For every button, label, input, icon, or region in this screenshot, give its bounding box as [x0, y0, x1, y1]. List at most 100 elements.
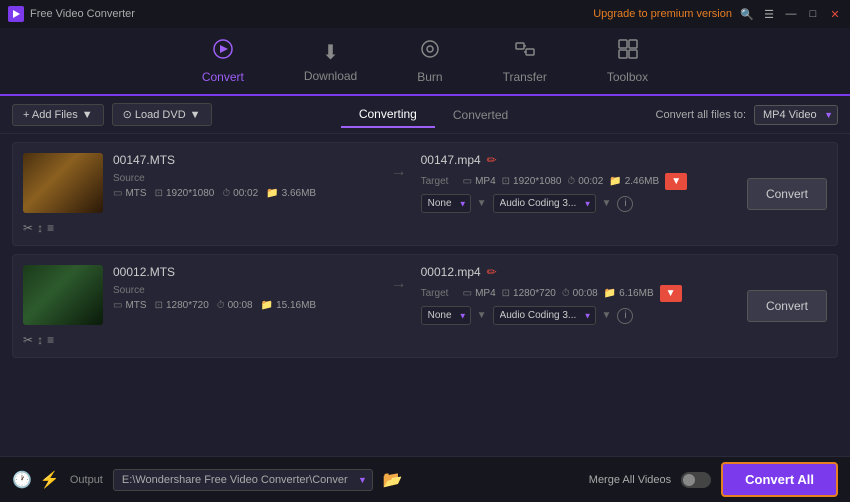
target-row-2: Target ▭ MP4 ⊡ 1280*720 ⏱ 00:08: [421, 285, 737, 302]
download-nav-icon: ⬇: [322, 40, 339, 65]
load-dvd-button[interactable]: ⊙ Load DVD ▼: [112, 103, 212, 126]
source-res-label-1: 1920*1080: [166, 188, 214, 199]
target-edit-icon-2[interactable]: ✏: [487, 265, 497, 279]
format-select[interactable]: MP4 Video: [754, 105, 838, 125]
settings-icon-1[interactable]: ≡: [47, 221, 54, 235]
video-preset-wrap-2[interactable]: None: [421, 306, 471, 325]
video-preset-select-2[interactable]: None: [421, 306, 471, 325]
audio-preset-wrap-1[interactable]: Audio Coding 3...: [493, 194, 596, 213]
source-size-1: 📁 3.66MB: [266, 188, 316, 199]
output-path-wrapper[interactable]: [113, 469, 373, 491]
edit-icon-2[interactable]: ↕: [37, 333, 43, 347]
edit-icon-1[interactable]: ↕: [37, 221, 43, 235]
res-icon-1: ⊡: [155, 188, 163, 199]
convert-nav-label: Convert: [202, 70, 244, 84]
target-res-label-2: 1280*720: [513, 288, 556, 299]
target-label-1: Target: [421, 176, 457, 187]
convert-button-2[interactable]: Convert: [747, 290, 827, 322]
thumbnail-1: [23, 153, 103, 213]
audio-preset-select-2[interactable]: Audio Coding 3...: [493, 306, 596, 325]
file-header-2: 00012.MTS: [113, 265, 377, 279]
target-dropdown-btn-2[interactable]: ▼: [660, 285, 682, 302]
source-format-2: ▭ MTS: [113, 300, 147, 311]
info-btn-2[interactable]: i: [617, 308, 633, 324]
flash-icon[interactable]: ⚡: [40, 470, 60, 490]
convert-all-button[interactable]: Convert All: [721, 462, 838, 497]
target-dur-icon-2: ⏱: [562, 288, 570, 299]
source-dur-1: ⏱ 00:02: [222, 188, 258, 199]
target-dropdown-btn-1[interactable]: ▼: [665, 173, 687, 190]
merge-label: Merge All Videos: [589, 474, 671, 486]
converted-tab[interactable]: Converted: [435, 103, 526, 127]
footer-icons: 🕐 ⚡: [12, 470, 60, 490]
target-res-2: ⊡ 1280*720: [502, 288, 556, 299]
app-logo: [8, 6, 24, 22]
output-path-input[interactable]: [113, 469, 373, 491]
file-list: ✂ ↕ ≡ 00147.MTS Source ▭ M: [0, 134, 850, 374]
app-title: Free Video Converter: [30, 8, 135, 20]
nav-download[interactable]: ⬇ Download: [294, 36, 367, 87]
load-dvd-dropdown-icon[interactable]: ▼: [190, 109, 201, 121]
target-label-2: Target: [421, 288, 457, 299]
thumb-image-2: [23, 265, 103, 325]
merge-toggle[interactable]: [681, 472, 711, 488]
thumb-controls-1: ✂ ↕ ≡: [23, 221, 103, 235]
add-files-dropdown-icon[interactable]: ▼: [82, 109, 93, 121]
codec-row-2: None ▼ Audio Coding 3... ▼ i: [421, 306, 737, 325]
minimize-btn[interactable]: —: [784, 7, 798, 21]
clock-icon[interactable]: 🕐: [12, 470, 32, 490]
audio-preset-wrap-2[interactable]: Audio Coding 3...: [493, 306, 596, 325]
menu-btn[interactable]: ☰: [762, 7, 776, 21]
info-btn-1[interactable]: i: [617, 196, 633, 212]
title-bar-right: Upgrade to premium version 🔍 ☰ — □ ✕: [593, 7, 842, 21]
upgrade-link[interactable]: Upgrade to premium version: [593, 8, 732, 20]
file-item-1: ✂ ↕ ≡ 00147.MTS Source ▭ M: [12, 142, 838, 246]
nav-convert[interactable]: Convert: [192, 34, 254, 88]
arrow-col-2: →: [387, 265, 411, 293]
target-row-1: Target ▭ MP4 ⊡ 1920*1080 ⏱ 00:02: [421, 173, 737, 190]
target-col-1: 00147.mp4 ✏ Target ▭ MP4 ⊡ 1920*1080: [421, 153, 737, 213]
search-icon-btn[interactable]: 🔍: [740, 7, 754, 21]
maximize-btn[interactable]: □: [806, 7, 820, 21]
convert-all-files-label: Convert all files to:: [656, 109, 746, 121]
source-details-1: ▭ MTS ⊡ 1920*1080 ⏱ 00:02 📁: [113, 188, 377, 199]
source-size-label-2: 15.16MB: [276, 300, 316, 311]
toolbar: + Add Files ▼ ⊙ Load DVD ▼ Converting Co…: [0, 96, 850, 134]
nav-burn[interactable]: Burn: [407, 34, 452, 88]
folder-icon[interactable]: 📂: [383, 470, 403, 490]
video-preset-wrap-1[interactable]: None: [421, 194, 471, 213]
toolbar-right: Convert all files to: MP4 Video: [656, 105, 838, 125]
res-icon-2: ⊡: [155, 300, 163, 311]
nav-transfer[interactable]: Transfer: [493, 34, 557, 88]
audio-preset-select-1[interactable]: Audio Coding 3...: [493, 194, 596, 213]
audio-dropdown-icon-1: ▼: [602, 198, 612, 209]
target-filename-2: 00012.mp4: [421, 265, 481, 279]
transfer-nav-label: Transfer: [503, 70, 547, 84]
target-header-1: 00147.mp4 ✏: [421, 153, 737, 167]
source-dur-label-2: 00:08: [228, 300, 253, 311]
target-col-2: 00012.mp4 ✏ Target ▭ MP4 ⊡ 1280*720: [421, 265, 737, 325]
target-size-1: 📁 2.46MB: [609, 176, 659, 187]
source-size-2: 📁 15.16MB: [261, 300, 316, 311]
cut-icon-2[interactable]: ✂: [23, 333, 33, 347]
format-icon-1: ▭: [113, 188, 122, 199]
audio-dropdown-icon-2: ▼: [602, 310, 612, 321]
source-row-2: Source: [113, 285, 377, 296]
arrow-icon-1: →: [391, 163, 407, 181]
converting-tab[interactable]: Converting: [341, 102, 435, 128]
source-label-2: Source: [113, 285, 149, 296]
add-files-button[interactable]: + Add Files ▼: [12, 104, 104, 126]
format-select-wrapper[interactable]: MP4 Video: [754, 105, 838, 125]
video-preset-select-1[interactable]: None: [421, 194, 471, 213]
settings-icon-2[interactable]: ≡: [47, 333, 54, 347]
nav-toolbox[interactable]: Toolbox: [597, 34, 658, 88]
format-icon-2: ▭: [113, 300, 122, 311]
target-res-icon-1: ⊡: [502, 176, 510, 187]
thumb-col-2: ✂ ↕ ≡: [23, 265, 103, 347]
download-nav-label: Download: [304, 69, 357, 83]
convert-button-1[interactable]: Convert: [747, 178, 827, 210]
close-btn[interactable]: ✕: [828, 7, 842, 21]
target-edit-icon-1[interactable]: ✏: [487, 153, 497, 167]
cut-icon-1[interactable]: ✂: [23, 221, 33, 235]
source-label-1: Source: [113, 173, 149, 184]
